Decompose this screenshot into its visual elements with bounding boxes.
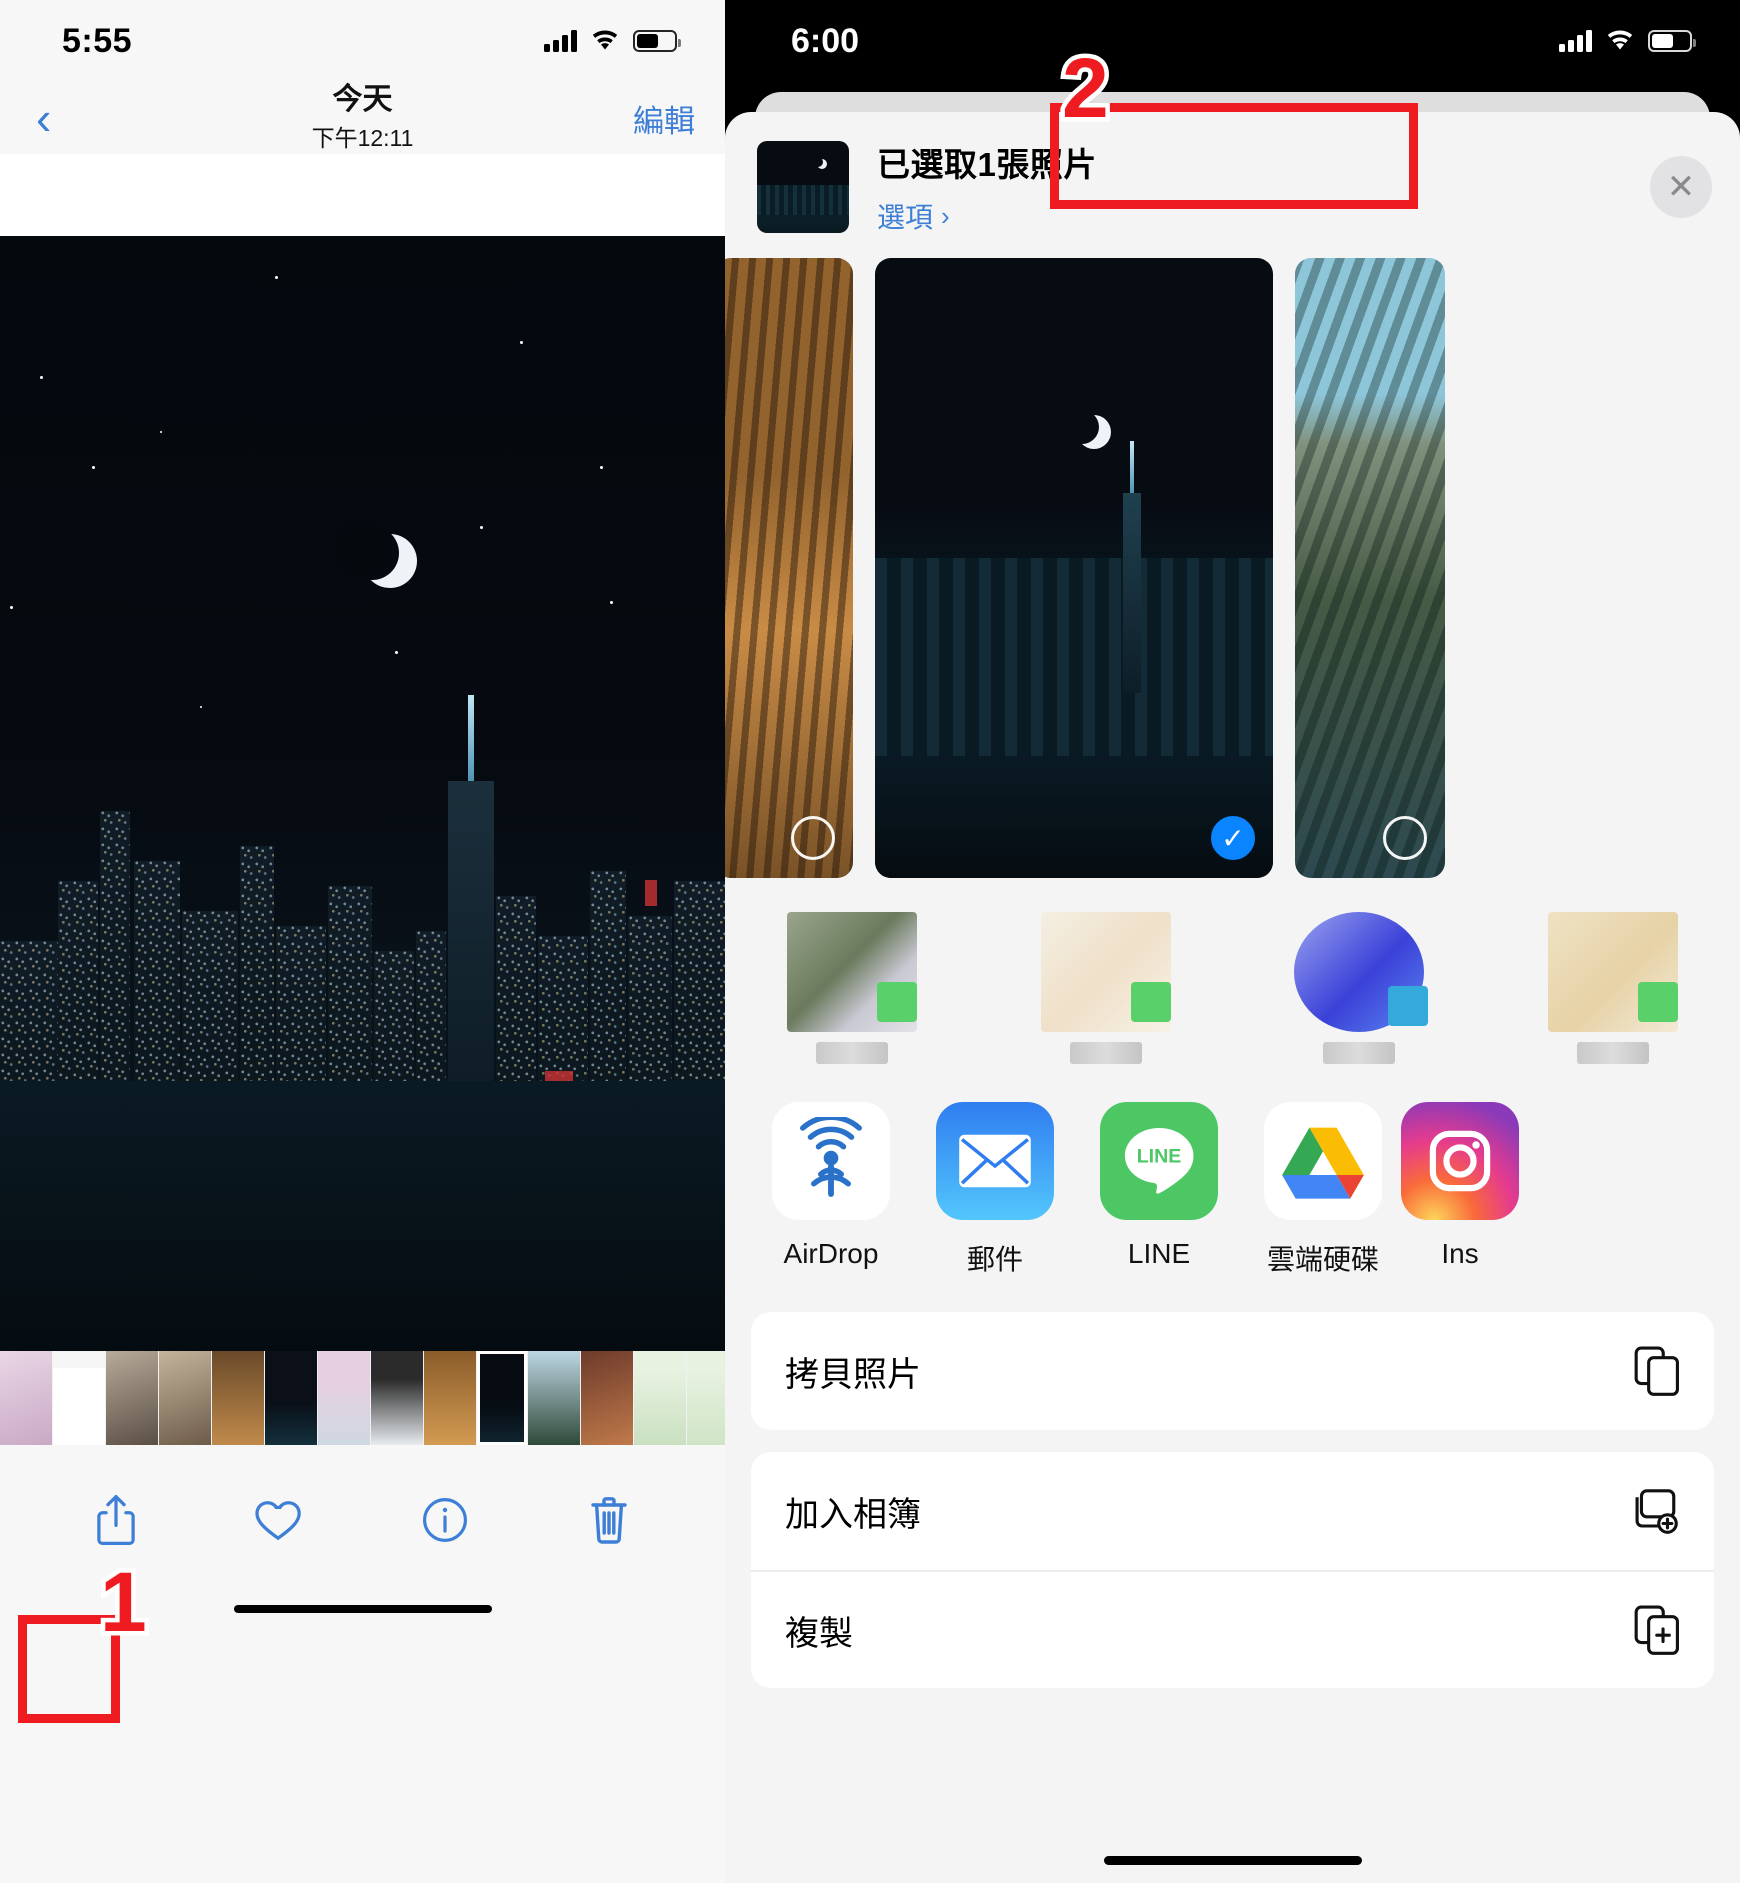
- copy-icon: [1634, 1346, 1680, 1396]
- share-app-instagram[interactable]: Ins: [1401, 1102, 1519, 1270]
- left-phone-photos-app: 5:55 ‹ 今天 下午12:11 編輯 1: [0, 0, 725, 1883]
- right-phone-share-sheet: 6:00 已選取1張照片 選項 › ✕ ✓ AirDrop 郵件 LINE LI…: [725, 0, 1740, 1883]
- selected-photo-thumbnail: [757, 141, 849, 233]
- action-label: 加入相簿: [785, 1495, 921, 1534]
- heart-icon[interactable]: [245, 1485, 315, 1555]
- annotation-number-2: 2: [1058, 41, 1114, 135]
- action-group-album: 加入相簿 複製: [751, 1452, 1714, 1688]
- google-drive-icon: [1264, 1102, 1382, 1220]
- screenshot-stage: 5:55 ‹ 今天 下午12:11 編輯 1 6:00 已選取1張照片 選項 ›…: [0, 0, 1740, 1883]
- photo-carousel[interactable]: ✓: [725, 258, 1740, 878]
- carousel-item-mountain-lake[interactable]: [1295, 258, 1445, 878]
- share-options-link[interactable]: 選項 ›: [877, 196, 1622, 236]
- status-clock: 5:55: [62, 21, 133, 60]
- annotation-number-1: 1: [96, 1555, 152, 1649]
- battery-icon: [633, 30, 681, 52]
- share-app-label: LINE: [1127, 1238, 1191, 1269]
- suggested-contacts-row[interactable]: [725, 878, 1740, 1088]
- share-app-line[interactable]: LINE LINE: [1077, 1102, 1241, 1270]
- wifi-icon: [591, 30, 619, 52]
- action-duplicate[interactable]: 複製: [751, 1570, 1714, 1688]
- cellular-bars-icon: [544, 30, 577, 52]
- share-app-label: AirDrop: [783, 1238, 879, 1269]
- city-skyline: [0, 691, 725, 1111]
- suggested-contact[interactable]: [1533, 912, 1693, 1064]
- share-app-label: 雲端硬碟: [1266, 1244, 1379, 1275]
- crescent-moon: [345, 526, 399, 580]
- action-add-to-album[interactable]: 加入相簿: [751, 1452, 1714, 1570]
- suggested-contact[interactable]: [1279, 912, 1439, 1064]
- share-icon[interactable]: [81, 1485, 151, 1555]
- battery-icon: [1648, 30, 1696, 52]
- status-clock: 6:00: [791, 21, 860, 60]
- carousel-item-autumn-forest[interactable]: [725, 258, 853, 878]
- trash-icon[interactable]: [574, 1485, 644, 1555]
- share-options-label: 選項: [877, 202, 934, 233]
- share-app-label: 郵件: [966, 1244, 1023, 1275]
- action-label: 拷貝照片: [785, 1355, 921, 1394]
- photo-pick-circle[interactable]: [791, 816, 835, 860]
- share-app-mail[interactable]: 郵件: [913, 1102, 1077, 1278]
- right-home-indicator: [725, 1856, 1740, 1865]
- action-group-copy: 拷貝照片: [751, 1312, 1714, 1430]
- close-icon[interactable]: ✕: [1650, 156, 1712, 218]
- edit-button[interactable]: 編輯: [633, 96, 695, 141]
- instagram-icon: [1401, 1102, 1519, 1220]
- photo-pick-circle-selected[interactable]: ✓: [1211, 816, 1255, 860]
- content-spacer: [0, 154, 725, 236]
- right-status-bar: 6:00: [725, 0, 1740, 82]
- photo-pick-circle[interactable]: [1383, 816, 1427, 860]
- photo-thumbnail-strip[interactable]: [0, 1351, 725, 1445]
- line-icon: LINE: [1100, 1102, 1218, 1220]
- action-copy-photo[interactable]: 拷貝照片: [751, 1312, 1714, 1430]
- main-photo-viewer[interactable]: [0, 236, 725, 1351]
- page-subtitle: 下午12:11: [311, 125, 414, 152]
- mail-icon: [936, 1102, 1054, 1220]
- share-sheet-header: 已選取1張照片 選項 › ✕: [725, 112, 1740, 258]
- chevron-left-icon[interactable]: ‹: [22, 91, 65, 145]
- share-app-label: Ins: [1441, 1238, 1479, 1269]
- share-sheet: 已選取1張照片 選項 › ✕ ✓ AirDrop 郵件 LINE LINE 雲端…: [725, 112, 1740, 1883]
- river-water: [0, 1081, 725, 1351]
- svg-text:LINE: LINE: [1137, 1146, 1182, 1168]
- left-nav-bar: ‹ 今天 下午12:11 編輯: [0, 82, 725, 154]
- share-apps-row[interactable]: AirDrop 郵件 LINE LINE 雲端硬碟 Ins: [725, 1088, 1740, 1290]
- share-app-google-drive[interactable]: 雲端硬碟: [1241, 1102, 1405, 1278]
- chevron-right-icon: ›: [941, 200, 950, 231]
- thumbnail-selected[interactable]: [477, 1351, 527, 1445]
- airdrop-icon: [772, 1102, 890, 1220]
- suggested-contact[interactable]: [1026, 912, 1186, 1064]
- carousel-item-city-night[interactable]: ✓: [875, 258, 1273, 878]
- page-title: 今天: [332, 82, 393, 116]
- share-app-airdrop[interactable]: AirDrop: [749, 1102, 913, 1270]
- info-icon[interactable]: [410, 1485, 480, 1555]
- suggested-contact[interactable]: [772, 912, 932, 1064]
- duplicate-icon: [1634, 1605, 1680, 1655]
- share-sheet-title: 已選取1張照片: [877, 146, 1097, 183]
- add-to-album-icon: [1630, 1488, 1680, 1534]
- left-status-bar: 5:55: [0, 0, 725, 82]
- cellular-bars-icon: [1559, 30, 1592, 52]
- wifi-icon: [1606, 30, 1634, 52]
- action-label: 複製: [785, 1614, 853, 1653]
